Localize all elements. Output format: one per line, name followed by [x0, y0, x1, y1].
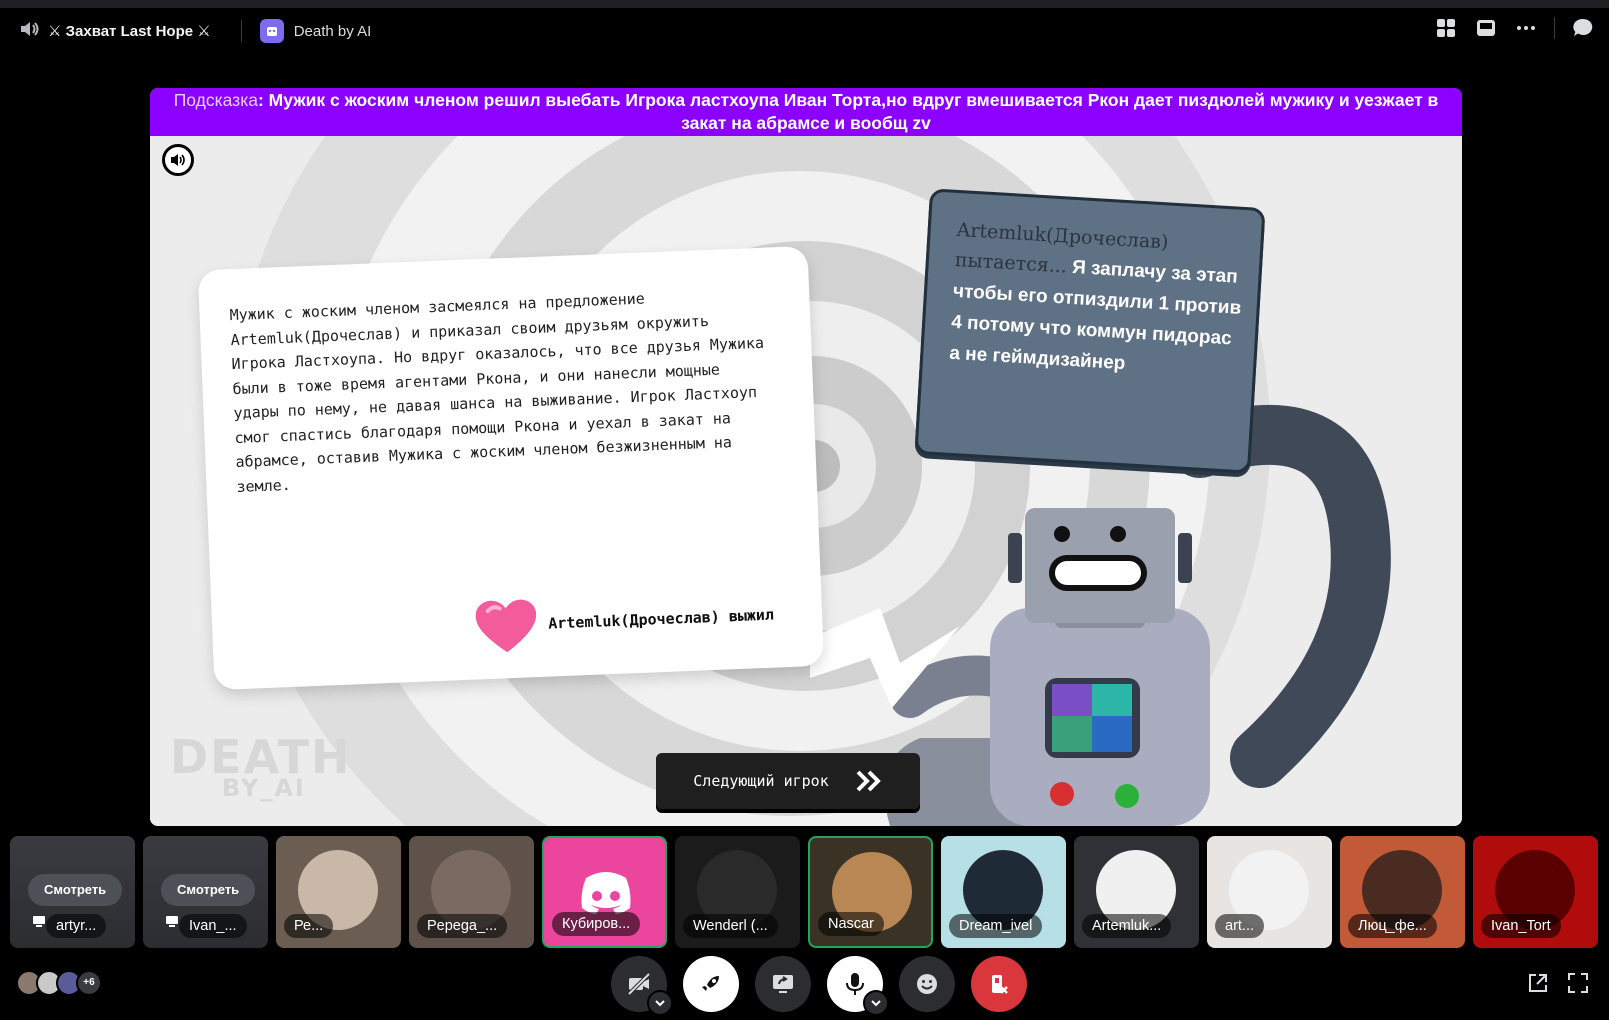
participant-name: Nascar: [818, 912, 884, 936]
screen-share-icon: [165, 914, 179, 933]
hint-label: Подсказка: [173, 90, 258, 110]
voice-channel-icon: [18, 18, 40, 45]
popout-icon[interactable]: [1527, 972, 1549, 994]
participant-name: Pepega_...: [417, 914, 508, 938]
top-right-actions: [1434, 16, 1595, 40]
participant-name: Ivan_...: [179, 914, 247, 938]
participant-name: Ivan_Tort: [1481, 914, 1561, 938]
participant-tile[interactable]: art...: [1207, 836, 1332, 948]
participant-tile[interactable]: Dream_ivel: [941, 836, 1066, 948]
screen-share-icon: [32, 914, 46, 933]
window-top-strip: [0, 0, 1609, 8]
call-controls: [611, 956, 1027, 1016]
divider: [1554, 17, 1555, 39]
speech-content: Artemluk(Дрочеслав) пытается... Я заплач…: [949, 215, 1248, 386]
next-player-label: Следующий игрок: [693, 772, 829, 790]
chevron-down-icon: [655, 1000, 665, 1007]
screen-share-button[interactable]: [755, 956, 811, 1012]
speech-text: Я заплачу за этап чтобы его отпиздили 1 …: [948, 256, 1242, 375]
participant-name: art...: [1215, 914, 1265, 938]
participant-name: Dream_ivel: [949, 914, 1043, 938]
ai-speech-panel: Artemluk(Дрочеслав) пытается... Я заплач…: [914, 188, 1266, 474]
rocket-icon: [702, 976, 719, 991]
bottom-right-actions: [1527, 972, 1589, 994]
next-player-button[interactable]: Следующий игрок: [656, 753, 920, 809]
activity-name[interactable]: Death by AI: [294, 23, 372, 40]
microphone-button[interactable]: [827, 956, 889, 1016]
microphone-options-chevron[interactable]: [863, 990, 889, 1016]
participant-name: Кубиров...: [552, 912, 641, 936]
divider: [240, 20, 242, 42]
death-by-ai-logo: DEATH BY_AI: [170, 730, 352, 802]
participant-strip: Смотреть artyr... Смотреть Ivan_... Ре... Pep…: [10, 836, 1598, 948]
participant-tile[interactable]: Nascar: [808, 836, 933, 948]
participant-tile[interactable]: Ivan_Tort: [1473, 836, 1598, 948]
participant-tile[interactable]: Смотреть artyr...: [10, 836, 135, 948]
sound-toggle-button[interactable]: [162, 144, 194, 176]
story-card: Мужик с жоским членом засмеялся на предл…: [197, 245, 825, 691]
hint-banner: Подсказка: Мужик с жоским членом решил в…: [150, 88, 1462, 136]
activity-stage[interactable]: Подсказка: Мужик с жоским членом решил в…: [150, 88, 1462, 826]
more-options-icon[interactable]: [1514, 16, 1538, 40]
participant-name: Artemluk...: [1082, 914, 1172, 938]
viewer-avatars[interactable]: +6: [16, 970, 102, 996]
participant-tile[interactable]: Pepega_...: [409, 836, 534, 948]
grid-layout-icon[interactable]: [1434, 16, 1458, 40]
fullscreen-icon[interactable]: [1567, 972, 1589, 994]
participant-name: artyr...: [46, 914, 107, 938]
camera-options-chevron[interactable]: [647, 990, 673, 1016]
hint-text: : Мужик с жоским членом решил выебать Иг…: [257, 90, 1439, 133]
screen-share-icon: [773, 975, 793, 993]
leave-call-button[interactable]: [971, 956, 1027, 1012]
result-row: Artemluk(Дрочеслав) выжил: [473, 586, 775, 656]
camera-off-icon: [627, 972, 651, 996]
leave-call-icon: [992, 975, 1008, 994]
call-controls-bar: +6: [0, 956, 1609, 1020]
story-text: Мужик с жоским членом засмеялся на предл…: [229, 289, 765, 496]
double-chevron-right-icon: [856, 770, 881, 792]
participant-tile[interactable]: Wenderl (...: [675, 836, 800, 948]
participant-tile[interactable]: Artemluk...: [1074, 836, 1199, 948]
participant-name: Люц_фе...: [1348, 914, 1437, 938]
speaker-icon: [171, 154, 185, 166]
popout-window-icon[interactable]: [1474, 16, 1498, 40]
heart-icon: [475, 599, 537, 653]
watch-stream-button[interactable]: Смотреть: [28, 874, 123, 906]
participant-tile[interactable]: Люц_фе...: [1340, 836, 1465, 948]
result-text: Artemluk(Дрочеслав) выжил: [547, 605, 775, 633]
channel-header: ⚔ Захват Last Hope ⚔ Death by AI: [18, 18, 371, 45]
more-viewers-count: +6: [76, 970, 102, 996]
participant-tile[interactable]: Смотреть Ivan_...: [143, 836, 268, 948]
soundboard-button[interactable]: [899, 956, 955, 1012]
app-icon: [259, 19, 284, 43]
participant-tile[interactable]: Ре...: [276, 836, 401, 948]
participant-name: Ре...: [284, 914, 334, 938]
watch-stream-button[interactable]: Смотреть: [161, 874, 256, 906]
top-bar: ⚔ Захват Last Hope ⚔ Death by AI: [0, 8, 1609, 54]
activities-button[interactable]: [683, 956, 739, 1012]
participant-name: Wenderl (...: [683, 914, 778, 938]
chevron-down-icon: [871, 1000, 881, 1007]
participant-tile[interactable]: Кубиров...: [542, 836, 667, 948]
channel-title: ⚔ Захват Last Hope ⚔: [48, 23, 211, 40]
microphone-icon: [846, 973, 864, 995]
camera-button[interactable]: [611, 956, 673, 1016]
chat-icon[interactable]: [1571, 16, 1595, 40]
speech-tail: [810, 608, 960, 708]
smiley-icon: [917, 974, 937, 994]
